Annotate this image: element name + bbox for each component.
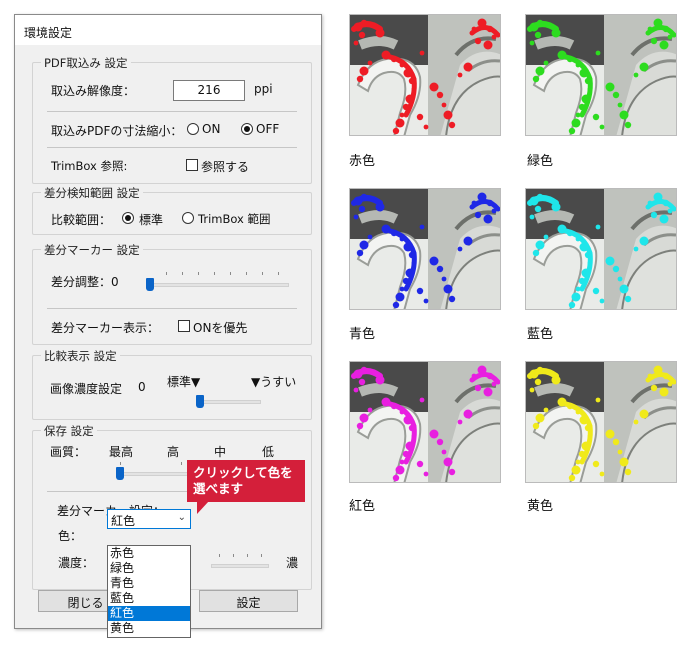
diff-marker-group: 差分マーカー 設定 差分調整：0 差分マーカー表示： ONを優先 [32,242,312,345]
resolution-unit: ppi [254,82,273,96]
settings-dialog: 環境設定 PDF取込み 設定 取込み解像度： 216 ppi 取込みPDFの寸法… [14,14,322,629]
marker-display-label: 差分マーカー表示： [51,321,160,335]
shrink-label: 取込みPDFの寸法縮小： [51,124,183,138]
density-right-label: 濃 [286,556,299,570]
slider-tick [230,272,231,275]
range-trimbox-radio[interactable] [182,212,194,224]
shrink-on-label: ON [202,122,221,136]
marker-display-checkbox[interactable] [178,320,190,332]
trimbox-check-label: 参照する [201,160,250,174]
standard-mark: 標準▼ [167,375,201,389]
group-legend: 差分マーカー 設定 [41,242,143,258]
divider [47,308,297,309]
trimbox-checkbox[interactable] [186,159,198,171]
sample-image-magenta [349,361,501,483]
slider-tick [261,554,262,557]
sample-label-magenta: 紅色 [349,499,376,514]
slider-tick [182,272,183,275]
callout-line-1: クリックして色を [193,465,293,480]
slider-tick [198,272,199,275]
shrink-off-radio[interactable] [241,123,253,135]
sample-image-blue [349,188,501,310]
color-option-yellow[interactable]: 黄色 [108,621,190,636]
divider [47,147,297,148]
compare-range-group: 差分検知範囲 設定 比較範囲： 標準 TrimBox 範囲 [32,185,312,235]
save-density-slider-track[interactable] [211,564,269,568]
slider-tick [262,272,263,275]
apply-button[interactable]: 設定 [199,590,298,612]
color-select-value: 紅色 [111,514,136,528]
slider-tick [219,554,220,557]
trimbox-label: TrimBox 参照: [51,159,128,173]
resolution-label: 取込み解像度： [51,84,136,98]
light-mark: ▼うすい [251,375,297,389]
sample-image-yellow [525,361,677,483]
color-select[interactable]: 紅色 ⌄ [107,509,191,529]
callout-line-2: 選べます [193,481,244,496]
slider-tick [233,554,234,557]
slider-tick [181,462,182,465]
pdf-import-group: PDF取込み 設定 取込み解像度： 216 ppi 取込みPDFの寸法縮小： O… [32,55,312,184]
group-legend: 比較表示 設定 [41,348,120,364]
group-legend: 差分検知範囲 設定 [41,185,143,201]
color-dropdown-list: 赤色 緑色 青色 藍色 紅色 黄色 [107,545,191,638]
quality-level-1: 最高 [109,445,134,459]
color-label: 色： [58,529,83,543]
density-setting-value: 0 [138,380,146,394]
color-option-blue[interactable]: 青色 [108,576,190,591]
quality-slider-thumb[interactable] [116,467,124,480]
sample-image-red [349,14,501,136]
quality-level-2: 高 [167,445,180,459]
range-trimbox-label: TrimBox 範囲 [198,212,271,226]
dialog-title: 環境設定 [15,15,321,45]
shrink-on-radio[interactable] [187,123,199,135]
color-option-magenta[interactable]: 紅色 [108,606,190,621]
slider-tick [166,272,167,275]
quality-slider-track[interactable] [118,472,188,476]
color-option-green[interactable]: 緑色 [108,561,190,576]
color-option-cyan[interactable]: 藍色 [108,591,190,606]
sample-label-red: 赤色 [349,154,376,169]
shrink-off-label: OFF [256,122,280,136]
resolution-input[interactable]: 216 [173,80,245,101]
density-slider-track[interactable] [196,400,261,404]
sample-label-blue: 青色 [349,327,376,342]
sample-label-green: 緑色 [527,154,554,169]
density-setting-label: 画像濃度設定 [50,382,123,396]
marker-display-check-label: ONを優先 [193,321,248,335]
sample-image-cyan [525,188,677,310]
divider [47,111,297,112]
sample-label-yellow: 黄色 [527,499,554,514]
slider-tick [278,272,279,275]
density-slider-thumb[interactable] [196,395,204,408]
diff-adjust-label: 差分調整：0 [51,275,119,289]
quality-label: 画質： [50,445,87,459]
diff-adjust-slider-thumb[interactable] [146,278,154,291]
sample-label-cyan: 藍色 [527,327,554,342]
group-legend: 保存 設定 [41,423,97,439]
sample-image-green [525,14,677,136]
slider-tick [120,462,121,465]
slider-tick [214,272,215,275]
slider-tick [246,272,247,275]
slider-tick [247,554,248,557]
quality-level-3: 中 [214,445,227,459]
callout-tail [197,501,209,514]
group-legend: PDF取込み 設定 [41,55,131,71]
chevron-down-icon: ⌄ [177,512,186,523]
quality-level-4: 低 [262,445,275,459]
range-standard-label: 標準 [139,213,164,227]
range-standard-radio[interactable] [122,212,134,224]
compare-range-label: 比較範囲： [51,213,112,227]
compare-display-group: 比較表示 設定 画像濃度設定 0 標準▼ ▼うすい [32,348,312,420]
diff-adjust-slider-track[interactable] [146,283,289,287]
callout-annotation: クリックして色を 選べます [187,460,305,502]
density-label: 濃度： [58,556,95,570]
color-option-red[interactable]: 赤色 [108,546,190,561]
